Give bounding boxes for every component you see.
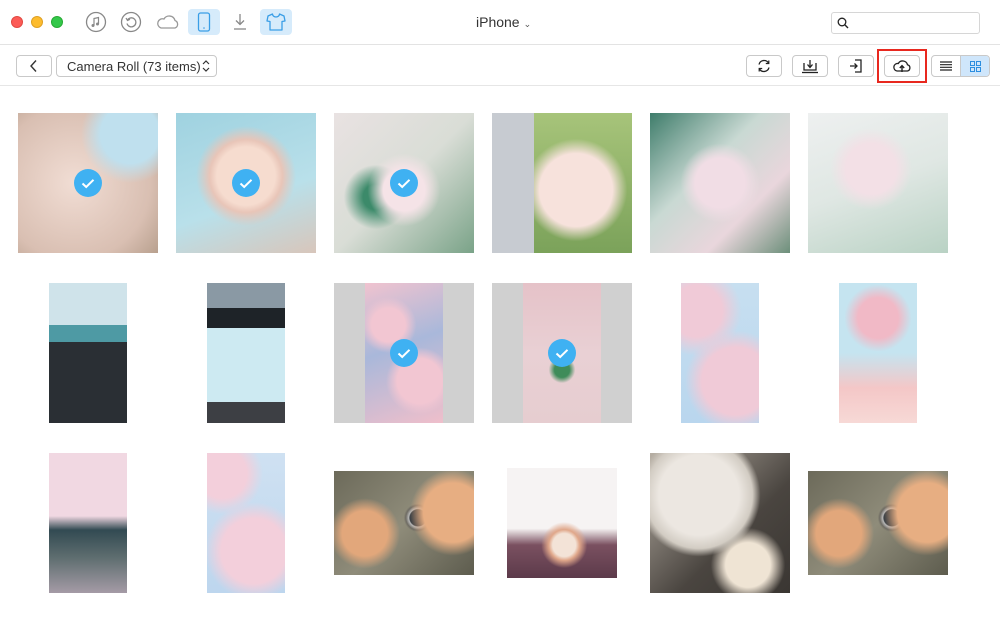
photo-grid — [0, 87, 1000, 621]
photo-image — [507, 468, 617, 578]
selected-checkmark-icon — [390, 169, 418, 197]
photo-image — [650, 453, 790, 593]
photo-thumbnail[interactable] — [650, 453, 790, 593]
cloud-upload-icon — [893, 60, 911, 72]
selected-checkmark-icon — [548, 339, 576, 367]
iphone-device-icon[interactable] — [188, 9, 220, 35]
photo-thumbnail[interactable] — [808, 113, 948, 253]
chevron-down-icon: ⌄ — [523, 19, 532, 29]
photo-thumbnail[interactable] — [334, 453, 474, 593]
photo-image — [492, 113, 632, 253]
download-icon[interactable] — [224, 9, 256, 35]
album-select[interactable]: Camera Roll (73 items) — [56, 55, 217, 77]
photo-image — [808, 113, 948, 253]
search-icon — [837, 17, 849, 29]
list-view-button[interactable] — [932, 56, 961, 76]
photo-thumbnail[interactable] — [808, 453, 948, 593]
export-to-computer-button[interactable] — [838, 55, 874, 77]
backup-history-icon[interactable] — [115, 9, 147, 35]
photo-thumbnail[interactable] — [176, 453, 316, 593]
list-icon — [940, 61, 952, 71]
photo-thumbnail[interactable] — [492, 113, 632, 253]
album-label: Camera Roll (73 items) — [67, 58, 201, 74]
photo-thumbnail[interactable] — [492, 453, 632, 593]
selected-checkmark-icon — [232, 169, 260, 197]
photo-image — [207, 283, 285, 423]
updown-chevron-icon — [202, 60, 210, 72]
title-bar: iPhone ⌄ — [0, 0, 1000, 45]
selected-checkmark-icon — [74, 169, 102, 197]
photo-thumbnail[interactable] — [176, 113, 316, 253]
photo-image — [49, 453, 127, 593]
icloud-icon[interactable] — [152, 9, 184, 35]
chevron-left-icon — [30, 60, 37, 72]
photo-thumbnail[interactable] — [808, 283, 948, 423]
photo-image — [650, 113, 790, 253]
search-input[interactable] — [852, 14, 976, 32]
content-toolbar: Camera Roll (73 items) — [0, 46, 1000, 86]
grid-icon — [969, 60, 981, 72]
close-window-button[interactable] — [11, 16, 23, 28]
minimize-window-button[interactable] — [31, 16, 43, 28]
photo-thumbnail[interactable] — [334, 113, 474, 253]
photo-image — [207, 453, 285, 593]
device-name: iPhone — [476, 14, 520, 30]
upload-to-cloud-button[interactable] — [884, 55, 920, 77]
photo-image — [808, 471, 948, 575]
selected-checkmark-icon — [390, 339, 418, 367]
photo-thumbnail[interactable] — [650, 113, 790, 253]
refresh-icon — [758, 59, 770, 73]
device-selector[interactable]: iPhone ⌄ — [476, 14, 531, 30]
back-button[interactable] — [16, 55, 52, 77]
photo-thumbnail[interactable] — [650, 283, 790, 423]
search-field[interactable] — [831, 12, 980, 34]
export-icon — [850, 59, 862, 73]
view-mode-toggle — [931, 55, 990, 77]
photo-thumbnail[interactable] — [176, 283, 316, 423]
tshirt-toolkit-icon[interactable] — [260, 9, 292, 35]
photo-thumbnail[interactable] — [18, 283, 158, 423]
import-to-device-icon — [802, 60, 818, 74]
maximize-window-button[interactable] — [51, 16, 63, 28]
refresh-button[interactable] — [746, 55, 782, 77]
photo-image — [49, 283, 127, 423]
photo-image — [839, 283, 917, 423]
music-icon[interactable] — [80, 9, 112, 35]
photo-image — [334, 471, 474, 575]
photo-thumbnail[interactable] — [18, 453, 158, 593]
photo-thumbnail[interactable] — [492, 283, 632, 423]
grid-view-button[interactable] — [961, 56, 989, 76]
photo-image — [681, 283, 759, 423]
photo-thumbnail[interactable] — [334, 283, 474, 423]
import-to-device-button[interactable] — [792, 55, 828, 77]
photo-thumbnail[interactable] — [18, 113, 158, 253]
